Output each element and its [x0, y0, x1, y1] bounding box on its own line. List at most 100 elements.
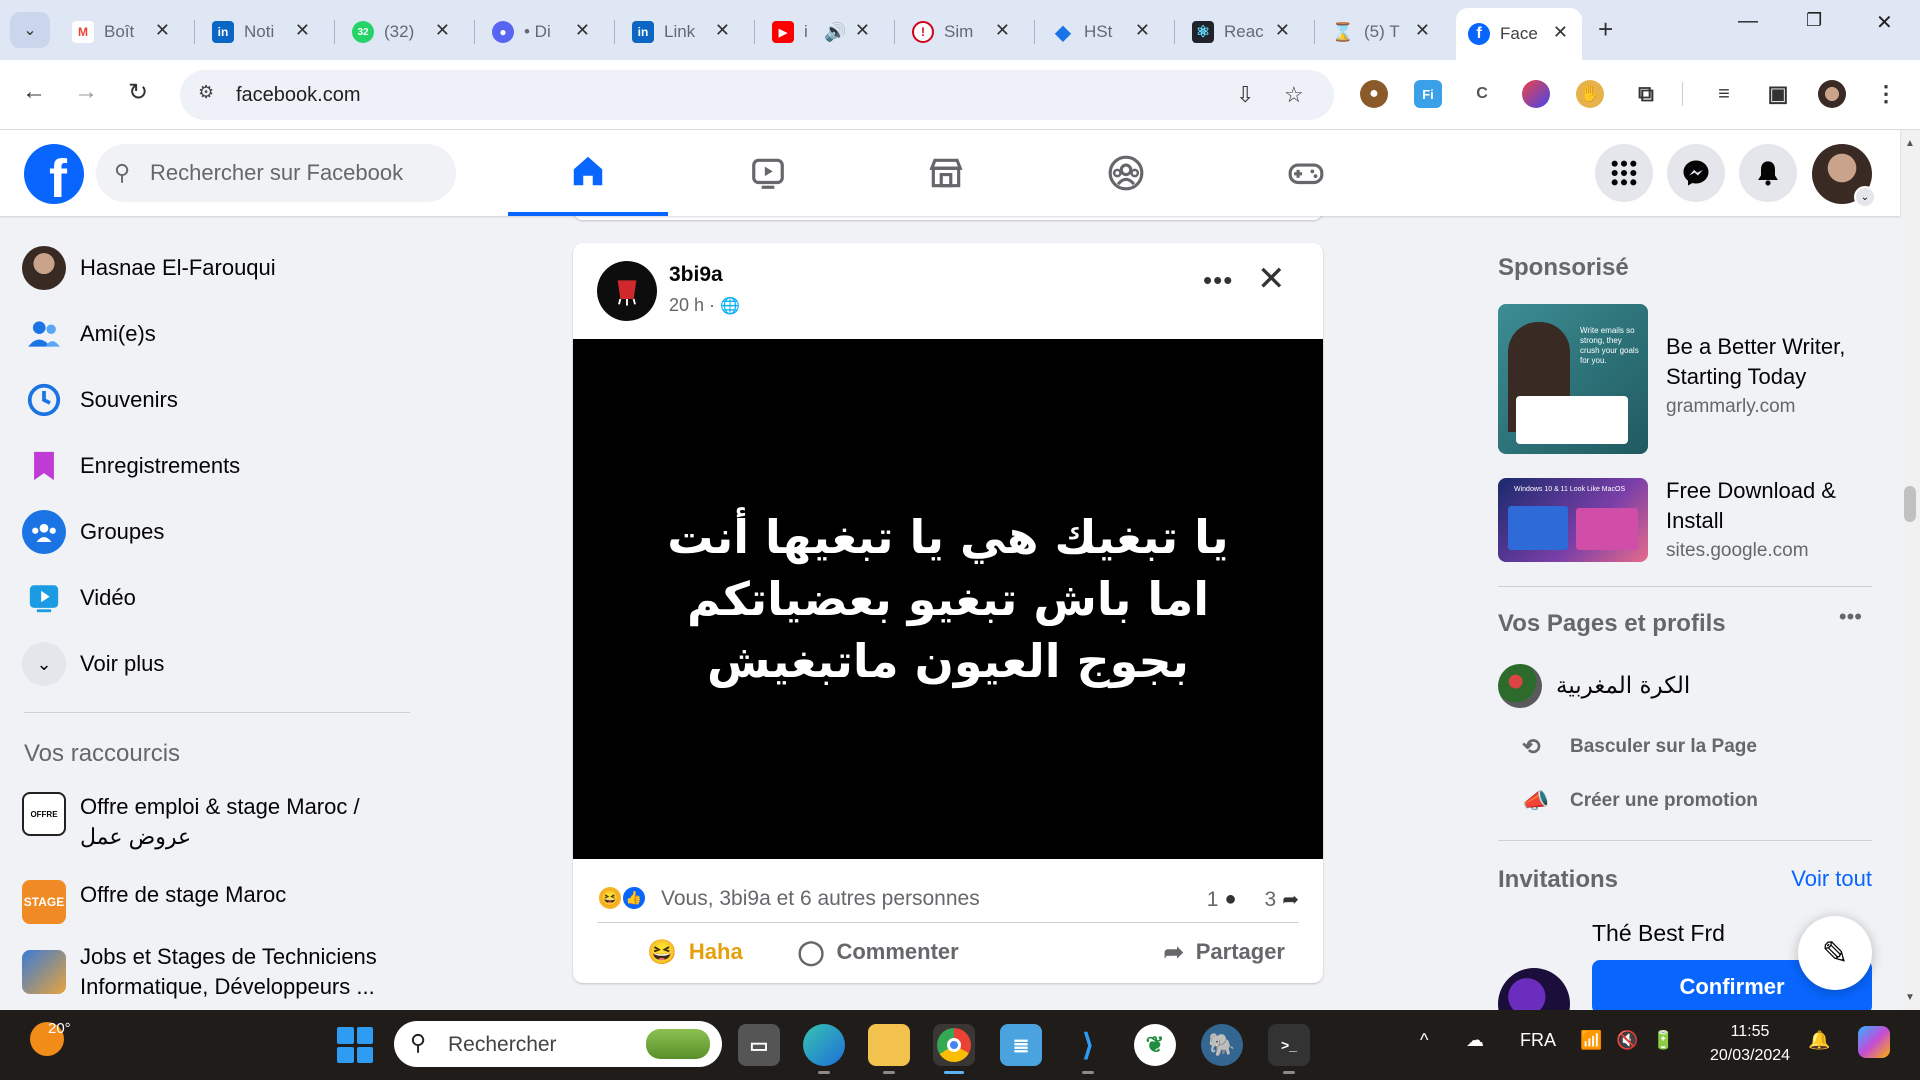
messenger-button[interactable]: [1667, 144, 1725, 202]
nav-groups[interactable]: [1046, 130, 1206, 216]
scroll-up-arrow[interactable]: ▲: [1905, 138, 1915, 149]
facebook-search-input[interactable]: [150, 156, 440, 190]
site-info-icon[interactable]: ⚙: [198, 82, 214, 103]
tab-linkedin[interactable]: in Link ✕: [620, 12, 744, 52]
profile-avatar[interactable]: [1818, 80, 1846, 108]
address-bar[interactable]: ⚙ facebook.com ⇩ ☆: [180, 70, 1334, 120]
menu-grid-button[interactable]: [1595, 144, 1653, 202]
close-icon[interactable]: ✕: [1135, 20, 1150, 41]
install-app-icon[interactable]: ⇩: [1236, 82, 1254, 108]
wifi-icon[interactable]: 📶: [1580, 1030, 1602, 1051]
page-scrollbar[interactable]: ▲ ▼: [1900, 130, 1920, 1010]
tab-hst[interactable]: ◆ HSt ✕: [1040, 12, 1164, 52]
taskbar-clock[interactable]: 11:55 20/03/2024: [1700, 1020, 1800, 1068]
post-image[interactable]: يا تبغيك هي يا تبغيها أنت اما باش تبغيو …: [573, 339, 1323, 859]
shares-count[interactable]: 3: [1265, 888, 1277, 912]
post-author-avatar[interactable]: [597, 261, 657, 321]
sponsored-ad[interactable]: Write emails so strong, they crush your …: [1498, 304, 1872, 454]
comment-button[interactable]: ◯ Commenter: [784, 930, 973, 974]
onedrive-icon[interactable]: ☁: [1466, 1030, 1484, 1051]
notifications-button[interactable]: [1739, 144, 1797, 202]
haha-button[interactable]: 😆 Haha: [633, 930, 757, 974]
close-icon[interactable]: ✕: [855, 20, 870, 41]
c-extension-icon[interactable]: C: [1468, 80, 1496, 108]
create-promotion-button[interactable]: 📣 Créer une promotion: [1522, 788, 1758, 814]
notification-bell-icon[interactable]: 🔔: [1808, 1030, 1830, 1051]
new-message-button[interactable]: ✎: [1798, 916, 1872, 990]
sidebar-item-memories[interactable]: Souvenirs: [14, 372, 404, 428]
postgresql-icon[interactable]: 🐘: [1201, 1024, 1243, 1066]
sidebar-item-friends[interactable]: Ami(e)s: [14, 306, 404, 362]
back-icon[interactable]: ←: [22, 78, 46, 106]
minimize-icon[interactable]: —: [1738, 10, 1758, 33]
task-view-icon[interactable]: ▭: [738, 1024, 780, 1066]
switch-to-page-button[interactable]: ⟲ Basculer sur la Page: [1522, 734, 1757, 760]
nav-gaming[interactable]: [1226, 130, 1386, 216]
bookmark-star-icon[interactable]: ☆: [1284, 82, 1304, 108]
close-icon[interactable]: ✕: [575, 20, 590, 41]
tab-react[interactable]: ⚛ Reac ✕: [1180, 12, 1304, 52]
forward-icon[interactable]: →: [74, 78, 98, 106]
close-icon[interactable]: ✕: [715, 20, 730, 41]
chrome-icon[interactable]: [933, 1024, 975, 1074]
close-icon[interactable]: ✕: [1257, 259, 1286, 299]
hand-extension-icon[interactable]: ✋: [1576, 80, 1604, 108]
scrollbar-thumb[interactable]: [1904, 486, 1916, 522]
volume-muted-icon[interactable]: 🔇: [1616, 1030, 1638, 1051]
comments-count[interactable]: 1: [1207, 888, 1219, 912]
side-panel-icon[interactable]: ▣: [1764, 80, 1792, 108]
page-item[interactable]: الكرة المغربية: [1498, 664, 1690, 708]
fi-extension-icon[interactable]: Fi: [1414, 80, 1442, 108]
post-author-name[interactable]: 3bi9a: [669, 263, 723, 287]
file-explorer-icon[interactable]: [868, 1024, 910, 1074]
media-control-icon[interactable]: ≡: [1710, 80, 1738, 108]
tab-facebook-active[interactable]: f Face ✕: [1456, 8, 1582, 60]
sponsored-ad[interactable]: Windows 10 & 11 Look Like MacOS Free Dow…: [1498, 478, 1872, 562]
tab-timer[interactable]: ⌛ (5) T ✕: [1320, 12, 1444, 52]
tab-gmail[interactable]: M Boît ✕: [60, 12, 184, 52]
close-icon[interactable]: ✕: [1415, 20, 1430, 41]
close-icon[interactable]: ✕: [435, 20, 450, 41]
edge-icon[interactable]: [803, 1024, 845, 1074]
close-icon[interactable]: ✕: [295, 20, 310, 41]
reload-icon[interactable]: ↻: [128, 78, 148, 107]
restore-icon[interactable]: ❐: [1806, 10, 1822, 31]
nav-video[interactable]: [688, 130, 848, 216]
nav-marketplace[interactable]: [866, 130, 1026, 216]
tab-whatsapp[interactable]: 32 (32) ✕: [340, 12, 464, 52]
close-icon[interactable]: ✕: [1275, 20, 1290, 41]
nav-home[interactable]: [508, 130, 668, 216]
scroll-down-arrow[interactable]: ▼: [1905, 992, 1915, 1003]
tab-search-button[interactable]: ⌄: [10, 12, 50, 48]
tab-simplon[interactable]: ! Sim ✕: [900, 12, 1024, 52]
extensions-puzzle-icon[interactable]: ⧉: [1632, 80, 1660, 108]
windows-start-icon[interactable]: [337, 1027, 373, 1063]
close-icon[interactable]: ✕: [995, 20, 1010, 41]
more-options-icon[interactable]: •••: [1203, 265, 1233, 296]
shortcut-item[interactable]: OFFRE Offre emploi & stage Maroc / عروض …: [14, 792, 404, 852]
shortcut-item[interactable]: Jobs et Stages de Techniciens Informatiq…: [14, 942, 404, 1002]
post-timestamp[interactable]: 20 h · 🌐: [669, 295, 740, 316]
chevron-up-icon[interactable]: ^: [1420, 1030, 1428, 1051]
reactions-text[interactable]: Vous, 3bi9a et 6 autres personnes: [661, 887, 980, 911]
window-close-icon[interactable]: ✕: [1876, 10, 1893, 35]
mongodb-icon[interactable]: ❦: [1134, 1024, 1176, 1066]
weather-temperature[interactable]: 20°: [48, 1020, 71, 1037]
like-reaction-icon[interactable]: 👍: [621, 885, 647, 911]
speaker-icon[interactable]: 🔊: [824, 22, 846, 43]
taskbar-search[interactable]: ⚲ Rechercher: [394, 1021, 722, 1067]
sidebar-item-video[interactable]: Vidéo: [14, 570, 404, 626]
notepad-icon[interactable]: ≣: [1000, 1024, 1042, 1066]
share-button[interactable]: ➦ Partager: [1150, 930, 1299, 974]
see-all-link[interactable]: Voir tout: [1791, 866, 1872, 892]
close-icon[interactable]: ✕: [155, 20, 170, 41]
new-tab-button[interactable]: +: [1598, 14, 1613, 45]
sidebar-item-see-more[interactable]: ⌄ Voir plus: [14, 636, 404, 692]
tab-linkedin-notifications[interactable]: in Noti ✕: [200, 12, 324, 52]
sidebar-item-saved[interactable]: Enregistrements: [14, 438, 404, 494]
shortcut-item[interactable]: STAGE Offre de stage Maroc: [14, 880, 404, 924]
cookie-extension-icon[interactable]: ●: [1360, 80, 1388, 108]
facebook-search[interactable]: ⚲: [96, 144, 456, 202]
haha-reaction-icon[interactable]: 😆: [597, 885, 623, 911]
browser-menu-icon[interactable]: ⋮: [1872, 80, 1900, 108]
